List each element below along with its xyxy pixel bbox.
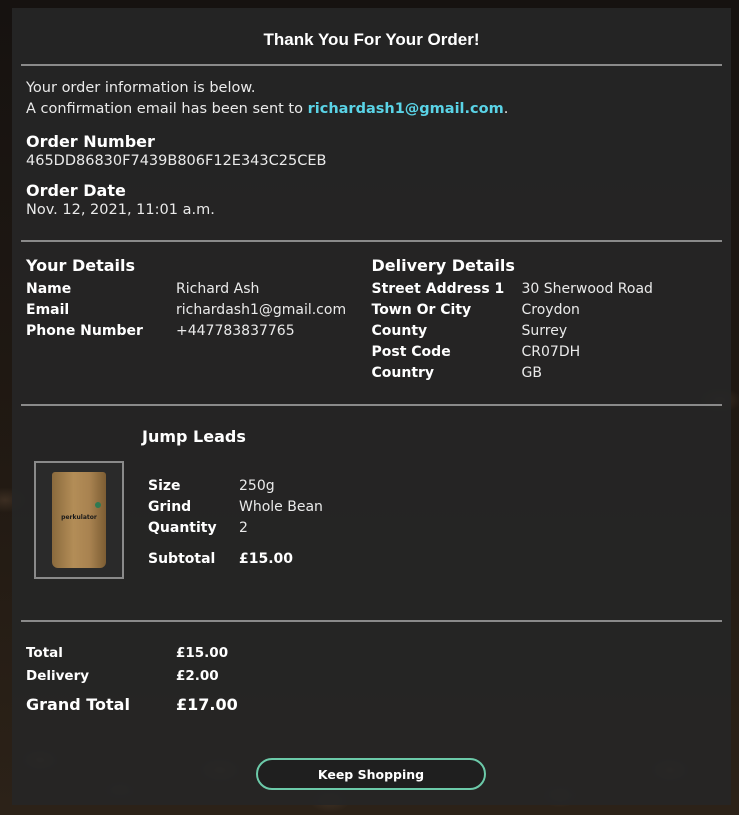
bag-badge — [95, 502, 101, 508]
item-label: Size — [148, 478, 181, 494]
delivery-label: Street Address 1 — [371, 281, 505, 297]
delivery-value: Croydon — [521, 302, 580, 318]
info-line-2: A confirmation email has been sent to ri… — [26, 99, 717, 120]
delivery-details: Delivery Details Street Address 1 30 Sher… — [372, 256, 718, 384]
delivery-value: CR07DH — [521, 344, 581, 360]
grand-total-value: £17.00 — [176, 695, 238, 714]
detail-label: Email — [26, 302, 70, 318]
item-row: Size 250g — [148, 476, 323, 497]
total-value: £15.00 — [176, 645, 229, 661]
detail-row: Email richardash1@gmail.com — [26, 300, 372, 321]
order-date-value: Nov. 12, 2021, 11:01 a.m. — [26, 202, 215, 218]
grand-total-label: Grand Total — [26, 695, 130, 714]
order-info-section: Your order information is below. A confi… — [21, 66, 722, 240]
detail-label: Name — [26, 281, 72, 297]
page-title: Thank You For Your Order! — [263, 30, 480, 49]
total-row: Total £15.00 — [26, 642, 717, 665]
item-row: Quantity 2 — [148, 518, 323, 539]
delivery-row: County Surrey — [372, 321, 718, 342]
grand-total-row: Grand Total £17.00 — [26, 690, 717, 720]
item-row: Grind Whole Bean — [148, 497, 323, 518]
keep-shopping-button[interactable]: Keep Shopping — [256, 758, 486, 790]
order-date-label: Order Date — [26, 181, 126, 200]
delivery-label: County — [371, 323, 428, 339]
item-label: Grind — [148, 499, 192, 515]
detail-value: +447783837765 — [176, 323, 295, 339]
delivery-row: Town Or City Croydon — [372, 300, 718, 321]
detail-label: Phone Number — [26, 323, 143, 339]
delivery-details-heading: Delivery Details — [371, 256, 515, 275]
delivery-row: Post Code CR07DH — [372, 342, 718, 363]
item-subtotal-label: Subtotal — [148, 551, 216, 567]
product-image[interactable]: perkulator — [34, 461, 124, 579]
item-attributes: Size 250g Grind Whole Bean Quantity 2 Subto… — [148, 476, 323, 570]
total-label: Total — [26, 645, 63, 661]
item-value: Whole Bean — [239, 499, 323, 515]
your-details: Your Details Name Richard Ash Email richar… — [26, 256, 372, 384]
order-confirmation-card: Thank You For Your Order! Your order inf… — [12, 8, 731, 805]
delivery-cost-value: £2.00 — [176, 668, 219, 684]
confirmation-email-link[interactable]: richardash1@gmail.com — [308, 101, 504, 117]
delivery-row: Country GB — [372, 363, 718, 384]
item-subtotal-row: Subtotal £15.00 — [148, 549, 323, 570]
your-details-heading: Your Details — [26, 256, 136, 275]
delivery-cost-label: Delivery — [26, 668, 90, 684]
delivery-label: Town Or City — [371, 302, 472, 318]
item-subtotal-value: £15.00 — [239, 551, 294, 567]
delivery-value: 30 Sherwood Road — [521, 281, 653, 297]
order-number-label: Order Number — [26, 132, 155, 151]
info-line-2-prefix: A confirmation email has been sent to — [26, 101, 308, 117]
detail-row: Name Richard Ash — [26, 279, 372, 300]
item-value: 250g — [239, 478, 275, 494]
delivery-row: Street Address 1 30 Sherwood Road — [372, 279, 718, 300]
delivery-value: Surrey — [521, 323, 568, 339]
order-item: Jump Leads perkulator Size 250g Grind Whol… — [21, 406, 722, 620]
totals-section: Total £15.00 Delivery £2.00 Grand Total £17… — [21, 622, 722, 720]
item-name: Jump Leads — [142, 427, 246, 446]
item-label: Quantity — [148, 520, 217, 536]
detail-row: Phone Number +447783837765 — [26, 321, 372, 342]
order-number-value: 465DD86830F7439B806F12E343C25CEB — [26, 153, 327, 169]
detail-value: Richard Ash — [176, 281, 260, 297]
bag-label: perkulator — [61, 514, 97, 521]
details-section: Your Details Name Richard Ash Email richar… — [21, 242, 722, 404]
delivery-cost-row: Delivery £2.00 — [26, 665, 717, 688]
info-line-1: Your order information is below. — [26, 80, 256, 96]
delivery-label: Post Code — [371, 344, 451, 360]
coffee-bag-image: perkulator — [52, 472, 106, 568]
info-line-2-suffix: . — [503, 101, 509, 117]
item-value: 2 — [239, 520, 248, 536]
delivery-label: Country — [371, 365, 435, 381]
detail-value: richardash1@gmail.com — [176, 302, 347, 318]
delivery-value: GB — [521, 365, 542, 381]
